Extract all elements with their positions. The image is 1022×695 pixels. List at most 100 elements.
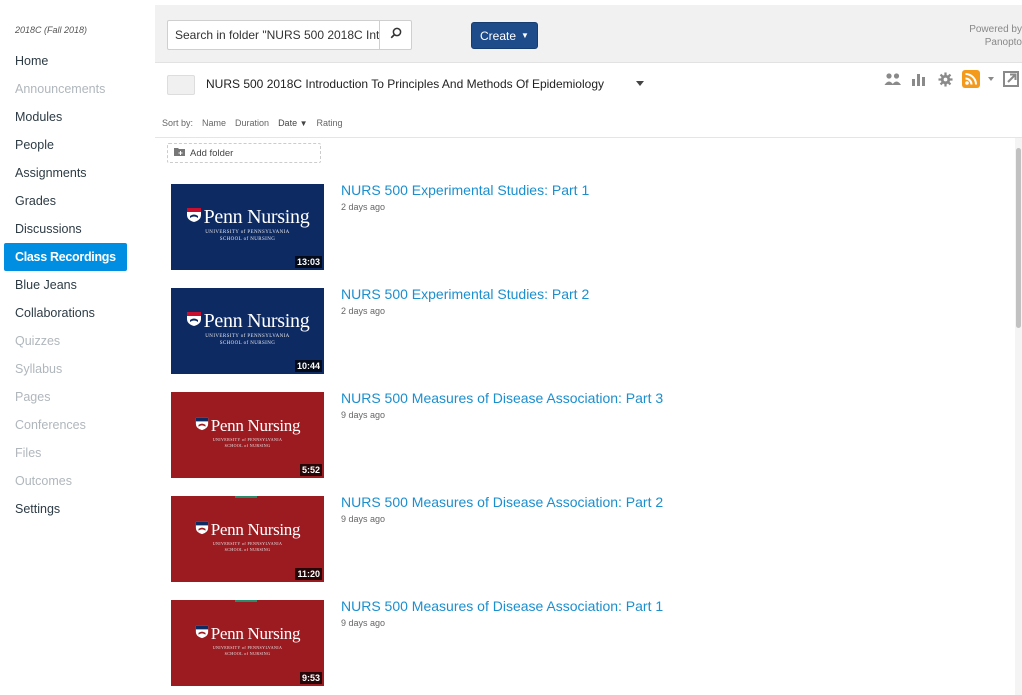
nav-item-quizzes[interactable]: Quizzes: [4, 330, 127, 358]
sort-by-label: Sort by:: [162, 118, 194, 128]
rss-feed-icon[interactable]: [962, 70, 980, 88]
settings-gear-icon[interactable]: [936, 70, 954, 88]
nav-item-class-recordings[interactable]: Class Recordings: [4, 243, 127, 271]
penn-shield-icon: [195, 417, 209, 436]
sort-option-name[interactable]: Name: [202, 118, 226, 128]
rss-dropdown-icon[interactable]: [988, 70, 994, 88]
session-date: 9 days ago: [341, 410, 386, 420]
session-item: Penn Nursing UNIVERSITY of PENNSYLVANIA …: [155, 490, 1005, 594]
session-item: Penn Nursing UNIVERSITY of PENNSYLVANIA …: [155, 386, 1005, 490]
add-folder-icon: [174, 147, 185, 159]
brand-school: SCHOOL of NURSING: [224, 547, 271, 552]
session-list: Penn Nursing UNIVERSITY of PENNSYLVANIA …: [155, 178, 1005, 695]
sort-option-date-label: Date: [278, 118, 298, 128]
session-title-link[interactable]: NURS 500 Measures of Disease Association…: [341, 598, 663, 614]
nav-item-settings[interactable]: Settings: [4, 498, 127, 526]
penn-nursing-logo: Penn Nursing UNIVERSITY of PENNSYLVANIA …: [171, 416, 324, 448]
session-item: Penn Nursing UNIVERSITY of PENNSYLVANIA …: [155, 178, 1005, 282]
session-thumbnail[interactable]: Penn Nursing UNIVERSITY of PENNSYLVANIA …: [171, 496, 324, 582]
nav-item-grades[interactable]: Grades: [4, 190, 127, 218]
nav-item-outcomes[interactable]: Outcomes: [4, 470, 127, 498]
session-date: 2 days ago: [341, 306, 386, 316]
search-input[interactable]: [168, 21, 380, 49]
duration-badge: 13:03: [294, 256, 322, 268]
folder-dropdown-icon[interactable]: [636, 81, 644, 86]
stats-icon[interactable]: [910, 70, 928, 88]
search-box: [167, 20, 412, 50]
people-icon[interactable]: [884, 70, 902, 88]
sort-bar: Sort by: Name Duration Date ▼ Rating: [162, 118, 343, 128]
sort-option-date[interactable]: Date ▼: [278, 118, 307, 128]
nav-item-collaborations[interactable]: Collaborations: [4, 302, 127, 330]
folder-toolbar: [884, 70, 1020, 88]
session-date: 2 days ago: [341, 202, 386, 212]
session-title-link[interactable]: NURS 500 Measures of Disease Association…: [341, 494, 663, 510]
powered-by: Powered by Panopto: [962, 23, 1022, 49]
brand-school: SCHOOL of NURSING: [224, 651, 271, 656]
scrollbar-thumb[interactable]: [1016, 148, 1021, 328]
brand-name: Penn Nursing: [203, 206, 310, 228]
nav-item-assignments[interactable]: Assignments: [4, 162, 127, 190]
brand-name: Penn Nursing: [210, 416, 301, 435]
sort-option-duration[interactable]: Duration: [235, 118, 269, 128]
nav-item-people[interactable]: People: [4, 134, 127, 162]
brand-name: Penn Nursing: [210, 624, 301, 643]
content-divider: [155, 137, 1022, 138]
session-date: 9 days ago: [341, 618, 386, 628]
session-thumbnail[interactable]: Penn Nursing UNIVERSITY of PENNSYLVANIA …: [171, 600, 324, 686]
nav-item-syllabus[interactable]: Syllabus: [4, 358, 127, 386]
nav-item-home[interactable]: Home: [4, 50, 127, 78]
powered-by-text: Powered by: [969, 24, 1022, 35]
open-external-icon[interactable]: [1002, 70, 1020, 88]
add-folder-label: Add folder: [190, 147, 234, 159]
brand-university: UNIVERSITY of PENNSYLVANIA: [205, 230, 290, 235]
brand-school: SCHOOL of NURSING: [219, 237, 276, 242]
session-thumbnail[interactable]: Penn Nursing UNIVERSITY of PENNSYLVANIA …: [171, 288, 324, 374]
session-title-link[interactable]: NURS 500 Measures of Disease Association…: [341, 390, 663, 406]
nav-item-pages[interactable]: Pages: [4, 386, 127, 414]
nav-item-files[interactable]: Files: [4, 442, 127, 470]
session-title-link[interactable]: NURS 500 Experimental Studies: Part 2: [341, 286, 589, 302]
search-button[interactable]: [379, 21, 411, 49]
brand-university: UNIVERSITY of PENNSYLVANIA: [212, 437, 283, 442]
penn-shield-icon: [186, 207, 202, 228]
brand-name: Penn Nursing: [203, 310, 310, 332]
session-thumbnail[interactable]: Penn Nursing UNIVERSITY of PENNSYLVANIA …: [171, 184, 324, 270]
create-button[interactable]: Create ▼: [471, 22, 538, 49]
penn-shield-icon: [195, 521, 209, 540]
course-term: 2018C (Fall 2018): [15, 25, 88, 35]
panopto-header: Create ▼ Powered by Panopto: [155, 5, 1022, 63]
brand-university: UNIVERSITY of PENNSYLVANIA: [205, 334, 290, 339]
folder-bar: NURS 500 2018C Introduction To Principle…: [155, 63, 1022, 108]
nav-item-modules[interactable]: Modules: [4, 106, 127, 134]
duration-badge: 10:44: [294, 360, 322, 372]
create-button-label: Create: [480, 28, 517, 43]
brand-name: Penn Nursing: [210, 520, 301, 539]
nav-item-discussions[interactable]: Discussions: [4, 218, 127, 246]
penn-nursing-logo: Penn Nursing UNIVERSITY of PENNSYLVANIA …: [171, 624, 324, 656]
folder-icon: [167, 75, 195, 95]
duration-badge: 9:53: [299, 672, 322, 684]
penn-nursing-logo: Penn Nursing UNIVERSITY of PENNSYLVANIA …: [171, 310, 324, 347]
session-title-link[interactable]: NURS 500 Experimental Studies: Part 1: [341, 182, 589, 198]
sort-option-rating[interactable]: Rating: [317, 118, 343, 128]
penn-nursing-logo: Penn Nursing UNIVERSITY of PENNSYLVANIA …: [171, 206, 324, 243]
thumbnail-marker: [235, 600, 257, 602]
sort-desc-icon: ▼: [299, 119, 308, 128]
brand-university: UNIVERSITY of PENNSYLVANIA: [212, 541, 283, 546]
folder-title[interactable]: NURS 500 2018C Introduction To Principle…: [206, 77, 604, 91]
search-icon: [390, 26, 402, 44]
session-item: Penn Nursing UNIVERSITY of PENNSYLVANIA …: [155, 282, 1005, 386]
nav-item-announcements[interactable]: Announcements: [4, 78, 127, 106]
thumbnail-marker: [235, 496, 257, 498]
penn-shield-icon: [186, 311, 202, 332]
panopto-brand: Panopto: [984, 37, 1022, 48]
course-navigation: 2018C (Fall 2018) Home Announcements Mod…: [0, 0, 150, 695]
session-item: Penn Nursing UNIVERSITY of PENNSYLVANIA …: [155, 594, 1005, 695]
nav-item-conferences[interactable]: Conferences: [4, 414, 127, 442]
session-date: 9 days ago: [341, 514, 386, 524]
nav-item-blue-jeans[interactable]: Blue Jeans: [4, 274, 127, 302]
session-thumbnail[interactable]: Penn Nursing UNIVERSITY of PENNSYLVANIA …: [171, 392, 324, 478]
brand-university: UNIVERSITY of PENNSYLVANIA: [212, 645, 283, 650]
add-folder-button[interactable]: Add folder: [167, 143, 321, 163]
